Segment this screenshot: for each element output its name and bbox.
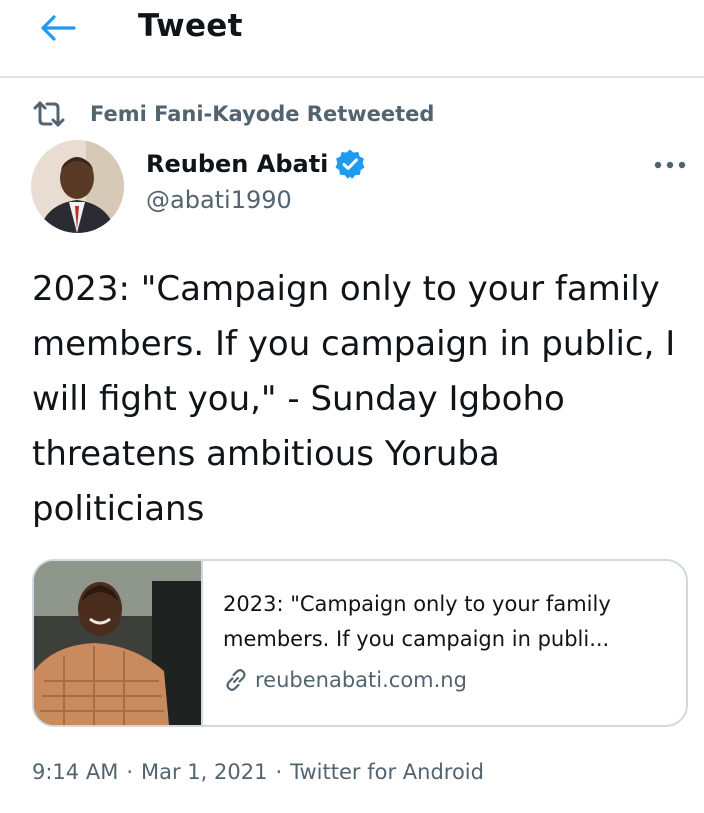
top-bar: Tweet [0,0,704,78]
more-dots-icon [654,161,686,169]
card-title: 2023: "Campaign only to your family memb… [223,592,611,651]
tweet-metadata: 9:14 AM · Mar 1, 2021 · Twitter for Andr… [32,760,484,784]
more-options-button[interactable] [650,150,690,180]
card-link-row: reubenabati.com.ng [223,667,673,693]
tweet-date[interactable]: Mar 1, 2021 [141,760,267,784]
retweeted-by-label[interactable]: Femi Fani-Kayode Retweeted [90,102,434,126]
link-preview-card[interactable]: 2023: "Campaign only to your family memb… [32,559,688,727]
meta-separator: · [126,760,134,784]
author-handle[interactable]: @abati1990 [146,186,292,214]
avatar[interactable] [31,140,124,233]
meta-separator-2: · [275,760,283,784]
author-name[interactable]: Reuben Abati [146,150,328,178]
card-body: 2023: "Campaign only to your family memb… [223,587,673,693]
link-icon [226,669,246,691]
retweet-icon [33,101,65,127]
arrow-left-icon [41,15,76,41]
card-domain: reubenabati.com.ng [255,668,467,692]
tweet-source[interactable]: Twitter for Android [290,760,484,784]
retweet-context: Femi Fani-Kayode Retweeted [32,98,434,130]
back-button[interactable] [38,14,78,42]
page-title: Tweet [138,8,243,44]
tweet-time[interactable]: 9:14 AM [32,760,118,784]
card-thumbnail [34,561,203,725]
verified-badge-icon [335,149,365,179]
tweet-text: 2023: "Campaign only to your family memb… [32,269,676,529]
author-row: Reuben Abati [146,148,366,180]
